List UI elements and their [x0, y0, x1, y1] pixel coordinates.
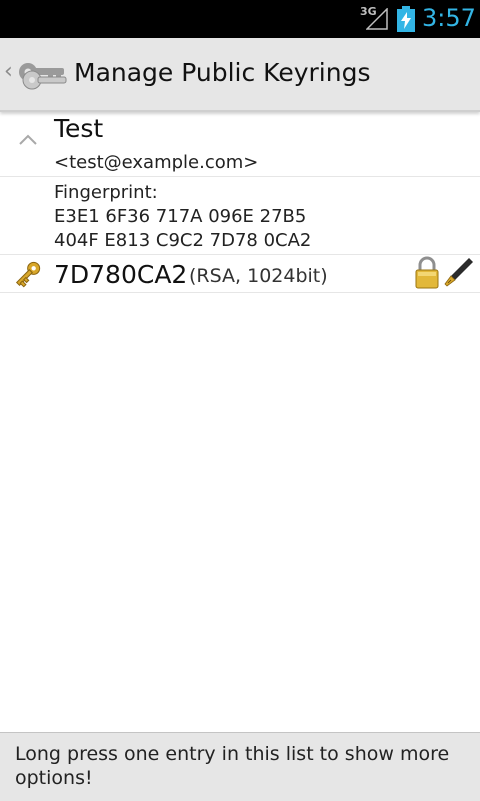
hint-text: Long press one entry in this list to sho… [15, 743, 450, 789]
up-navigation-caret[interactable]: ‹ [4, 59, 13, 84]
key-icon [15, 261, 41, 288]
signal-icon [366, 8, 388, 30]
fountain-pen-icon [444, 258, 473, 287]
clock: 3:57 [422, 4, 476, 32]
collapse-chevron-icon[interactable] [18, 132, 38, 146]
lock-icon [415, 256, 439, 289]
fingerprint-line-2: 404F E813 C9C2 7D78 0CA2 [54, 230, 312, 251]
divider [0, 292, 480, 293]
divider [0, 176, 480, 177]
user-email: <test@example.com> [54, 152, 259, 173]
user-name[interactable]: Test [54, 114, 103, 143]
fingerprint-line-1: E3E1 6F36 717A 096E 27B5 [54, 206, 307, 227]
key-algorithm: (RSA, 1024bit) [189, 265, 328, 287]
keyring-app-icon[interactable] [16, 52, 70, 98]
battery-charging-icon [397, 6, 415, 32]
page-title: Manage Public Keyrings [74, 58, 371, 87]
key-id: 7D780CA2 [54, 260, 188, 289]
fingerprint-label: Fingerprint: [54, 182, 158, 203]
